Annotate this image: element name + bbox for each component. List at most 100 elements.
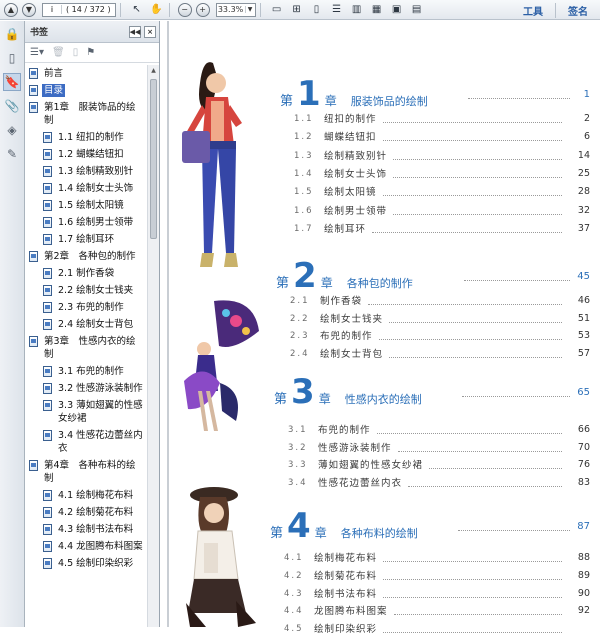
prev-page-icon[interactable]: ▲	[4, 2, 18, 17]
chapter-suffix: 章	[318, 392, 331, 406]
toc-entry[interactable]: 1.6 绘制男士领带	[294, 205, 387, 218]
bookmark-item[interactable]: 4.1 绘制梅花布料	[25, 487, 147, 504]
tools-button[interactable]: 工具	[511, 3, 555, 18]
bookmark-item[interactable]: 4.2 绘制菊花布料	[25, 504, 147, 521]
leader-dots	[389, 350, 562, 358]
bookmark-icon[interactable]: 🔖	[3, 73, 21, 91]
toc-entry-number: 4.3	[284, 588, 304, 599]
zoom-in-icon[interactable]: +	[195, 2, 210, 17]
fit-page-icon[interactable]: ▭	[269, 3, 285, 17]
attachment-icon[interactable]: 📎	[3, 97, 21, 115]
bookmark-item[interactable]: 3.2 性感游泳装制作	[25, 380, 147, 397]
sign-button[interactable]: 签名	[555, 2, 600, 18]
bookmark-label: 第2章 各种包的制作	[44, 251, 136, 262]
bookmark-item[interactable]: 2.4 绘制女士背包	[25, 316, 147, 333]
bookmark-item[interactable]: 第1章 服装饰品的绘制	[25, 99, 147, 129]
toc-entry[interactable]: 1.7 绘制耳环	[294, 223, 366, 236]
hand-tool-icon[interactable]: ✋	[149, 3, 165, 17]
bookmark-item[interactable]: 4.4 龙图腾布料图案	[25, 538, 147, 555]
bookmark-item[interactable]: 1.6 绘制男士领带	[25, 214, 147, 231]
chapter-title: 服装饰品的绘制	[350, 95, 428, 108]
toc-entry[interactable]: 4.2 绘制菊花布料	[284, 570, 377, 583]
fashion-illustration-1	[182, 62, 242, 267]
single-page-icon[interactable]: ▯	[309, 3, 325, 17]
fit-width-icon[interactable]: ⊞	[289, 3, 305, 17]
chapter-heading[interactable]: 第 2 章各种包的制作	[276, 259, 413, 293]
toc-entry[interactable]: 3.3 薄如翅翼的性感女纱裙	[288, 459, 423, 472]
next-page-icon[interactable]: ▼	[22, 2, 36, 17]
bookmark-item[interactable]: 4.5 绘制印染织彩	[25, 555, 147, 572]
bookmark-item[interactable]: 2.1 制作香袋	[25, 265, 147, 282]
chapter-heading[interactable]: 第 3 章性感内衣的绘制	[274, 375, 422, 409]
toc-entry-page: 89	[577, 569, 590, 581]
bookmark-item[interactable]: 1.2 蝴蝶结钮扣	[25, 146, 147, 163]
select-cursor-icon[interactable]: ↖	[129, 3, 145, 17]
toc-entry[interactable]: 3.4 性感花边蕾丝内衣	[288, 477, 402, 490]
bookmark-label: 2.1 制作香袋	[58, 268, 115, 279]
bookmark-item[interactable]: 1.1 纽扣的制作	[25, 129, 147, 146]
options-menu-icon[interactable]: ☰▾	[30, 47, 44, 58]
chapter-heading[interactable]: 第 4 章各种布料的绘制	[270, 509, 418, 543]
bookmark-item[interactable]: 1.4 绘制女士头饰	[25, 180, 147, 197]
toc-entry[interactable]: 1.5 绘制太阳镜	[294, 186, 377, 199]
bookmark-item[interactable]: 目录	[25, 82, 147, 99]
toc-entry[interactable]: 3.2 性感游泳装制作	[288, 442, 392, 455]
toc-entry[interactable]: 4.3 绘制书法布料	[284, 588, 377, 601]
toc-entry[interactable]: 3.1 布兜的制作	[288, 424, 371, 437]
toc-entry-page: 83	[577, 476, 590, 488]
bookmark-item[interactable]: 1.3 绘制精致别针	[25, 163, 147, 180]
lock-icon[interactable]: 🔒	[3, 25, 21, 43]
read-mode-icon[interactable]: ▤	[409, 3, 425, 17]
toc-entry[interactable]: 1.3 绘制精致别针	[294, 150, 387, 163]
toc-entry-number: 1.3	[294, 150, 314, 161]
toc-entry[interactable]: 2.1 制作香袋	[290, 295, 362, 308]
toc-entry[interactable]: 2.4 绘制女士背包	[290, 348, 383, 361]
bookmark-item[interactable]: 3.1 布兜的制作	[25, 363, 147, 380]
bookmark-page-icon	[29, 460, 38, 471]
bookmark-page-icon	[43, 558, 52, 569]
expand-bookmark-icon[interactable]: ⚑	[86, 47, 95, 58]
chapter-page-number: 1	[583, 89, 590, 100]
layers-icon[interactable]: ◈	[3, 121, 21, 139]
bookmark-item[interactable]: 第2章 各种包的制作	[25, 248, 147, 265]
bookmark-label: 前言	[44, 68, 64, 79]
scroll-thumb[interactable]	[150, 79, 157, 239]
bookmark-item[interactable]: 2.3 布兜的制作	[25, 299, 147, 316]
toc-entry[interactable]: 1.2 蝴蝶结钮扣	[294, 131, 377, 144]
bookmark-item[interactable]: 2.2 绘制女士钱夹	[25, 282, 147, 299]
bookmark-list: 前言目录 第1章 服装饰品的绘制 1.1 纽扣的制作 1.2 蝴蝶结钮扣 1.3 绘制精…	[25, 65, 147, 627]
toc-entry[interactable]: 1.4 绘制女士头饰	[294, 168, 387, 181]
toc-entry[interactable]: 2.3 布兜的制作	[290, 330, 373, 343]
bookmark-item[interactable]: 前言	[25, 65, 147, 82]
bookmark-item[interactable]: 1.5 绘制太阳镜	[25, 197, 147, 214]
collapse-panel-icon[interactable]: ◀◀	[129, 25, 141, 38]
close-icon[interactable]: ×	[144, 25, 156, 38]
toc-entry[interactable]: 4.5 绘制印染织彩	[284, 623, 377, 636]
zoom-select[interactable]: 33.3% ▼	[215, 2, 256, 17]
chapter-heading[interactable]: 第 1 章服装饰品的绘制	[280, 77, 428, 111]
two-page-continuous-icon[interactable]: ▦	[369, 3, 385, 17]
bookmark-item[interactable]: 3.3 薄如翅翼的性感女纱裙	[25, 397, 147, 427]
zoom-out-icon[interactable]: −	[177, 2, 192, 17]
pages-icon[interactable]: ▯	[3, 49, 21, 67]
continuous-page-icon[interactable]: ☰	[329, 3, 345, 17]
toc-entry-page: 66	[577, 424, 590, 435]
bookmark-label: 4.2 绘制菊花布料	[58, 507, 134, 518]
page-number-input[interactable]	[43, 3, 61, 16]
full-screen-icon[interactable]: ▣	[389, 3, 405, 17]
two-page-icon[interactable]: ▥	[349, 3, 365, 17]
bookmark-item[interactable]: 4.3 绘制书法布料	[25, 521, 147, 538]
bookmark-item[interactable]: 1.7 绘制耳环	[25, 231, 147, 248]
toc-entry[interactable]: 1.1 纽扣的制作	[294, 113, 377, 126]
bookmark-item[interactable]: 3.4 性感花边蕾丝内衣	[25, 427, 147, 457]
scrollbar[interactable]: ▲	[147, 65, 159, 627]
toc-entry-number: 1.7	[294, 223, 314, 234]
toc-entry[interactable]: 4.1 绘制梅花布料	[284, 552, 377, 565]
bookmark-item[interactable]: 第4章 各种布料的绘制	[25, 457, 147, 487]
scroll-up-icon[interactable]: ▲	[148, 65, 159, 76]
toc-entry[interactable]: 4.4 龙图腾布料图案	[284, 605, 388, 618]
signature-icon[interactable]: ✎	[3, 145, 21, 163]
bookmark-item[interactable]: 第3章 性感内衣的绘制	[25, 333, 147, 363]
bookmark-page-icon	[43, 268, 52, 279]
toc-entry[interactable]: 2.2 绘制女士钱夹	[290, 313, 383, 326]
